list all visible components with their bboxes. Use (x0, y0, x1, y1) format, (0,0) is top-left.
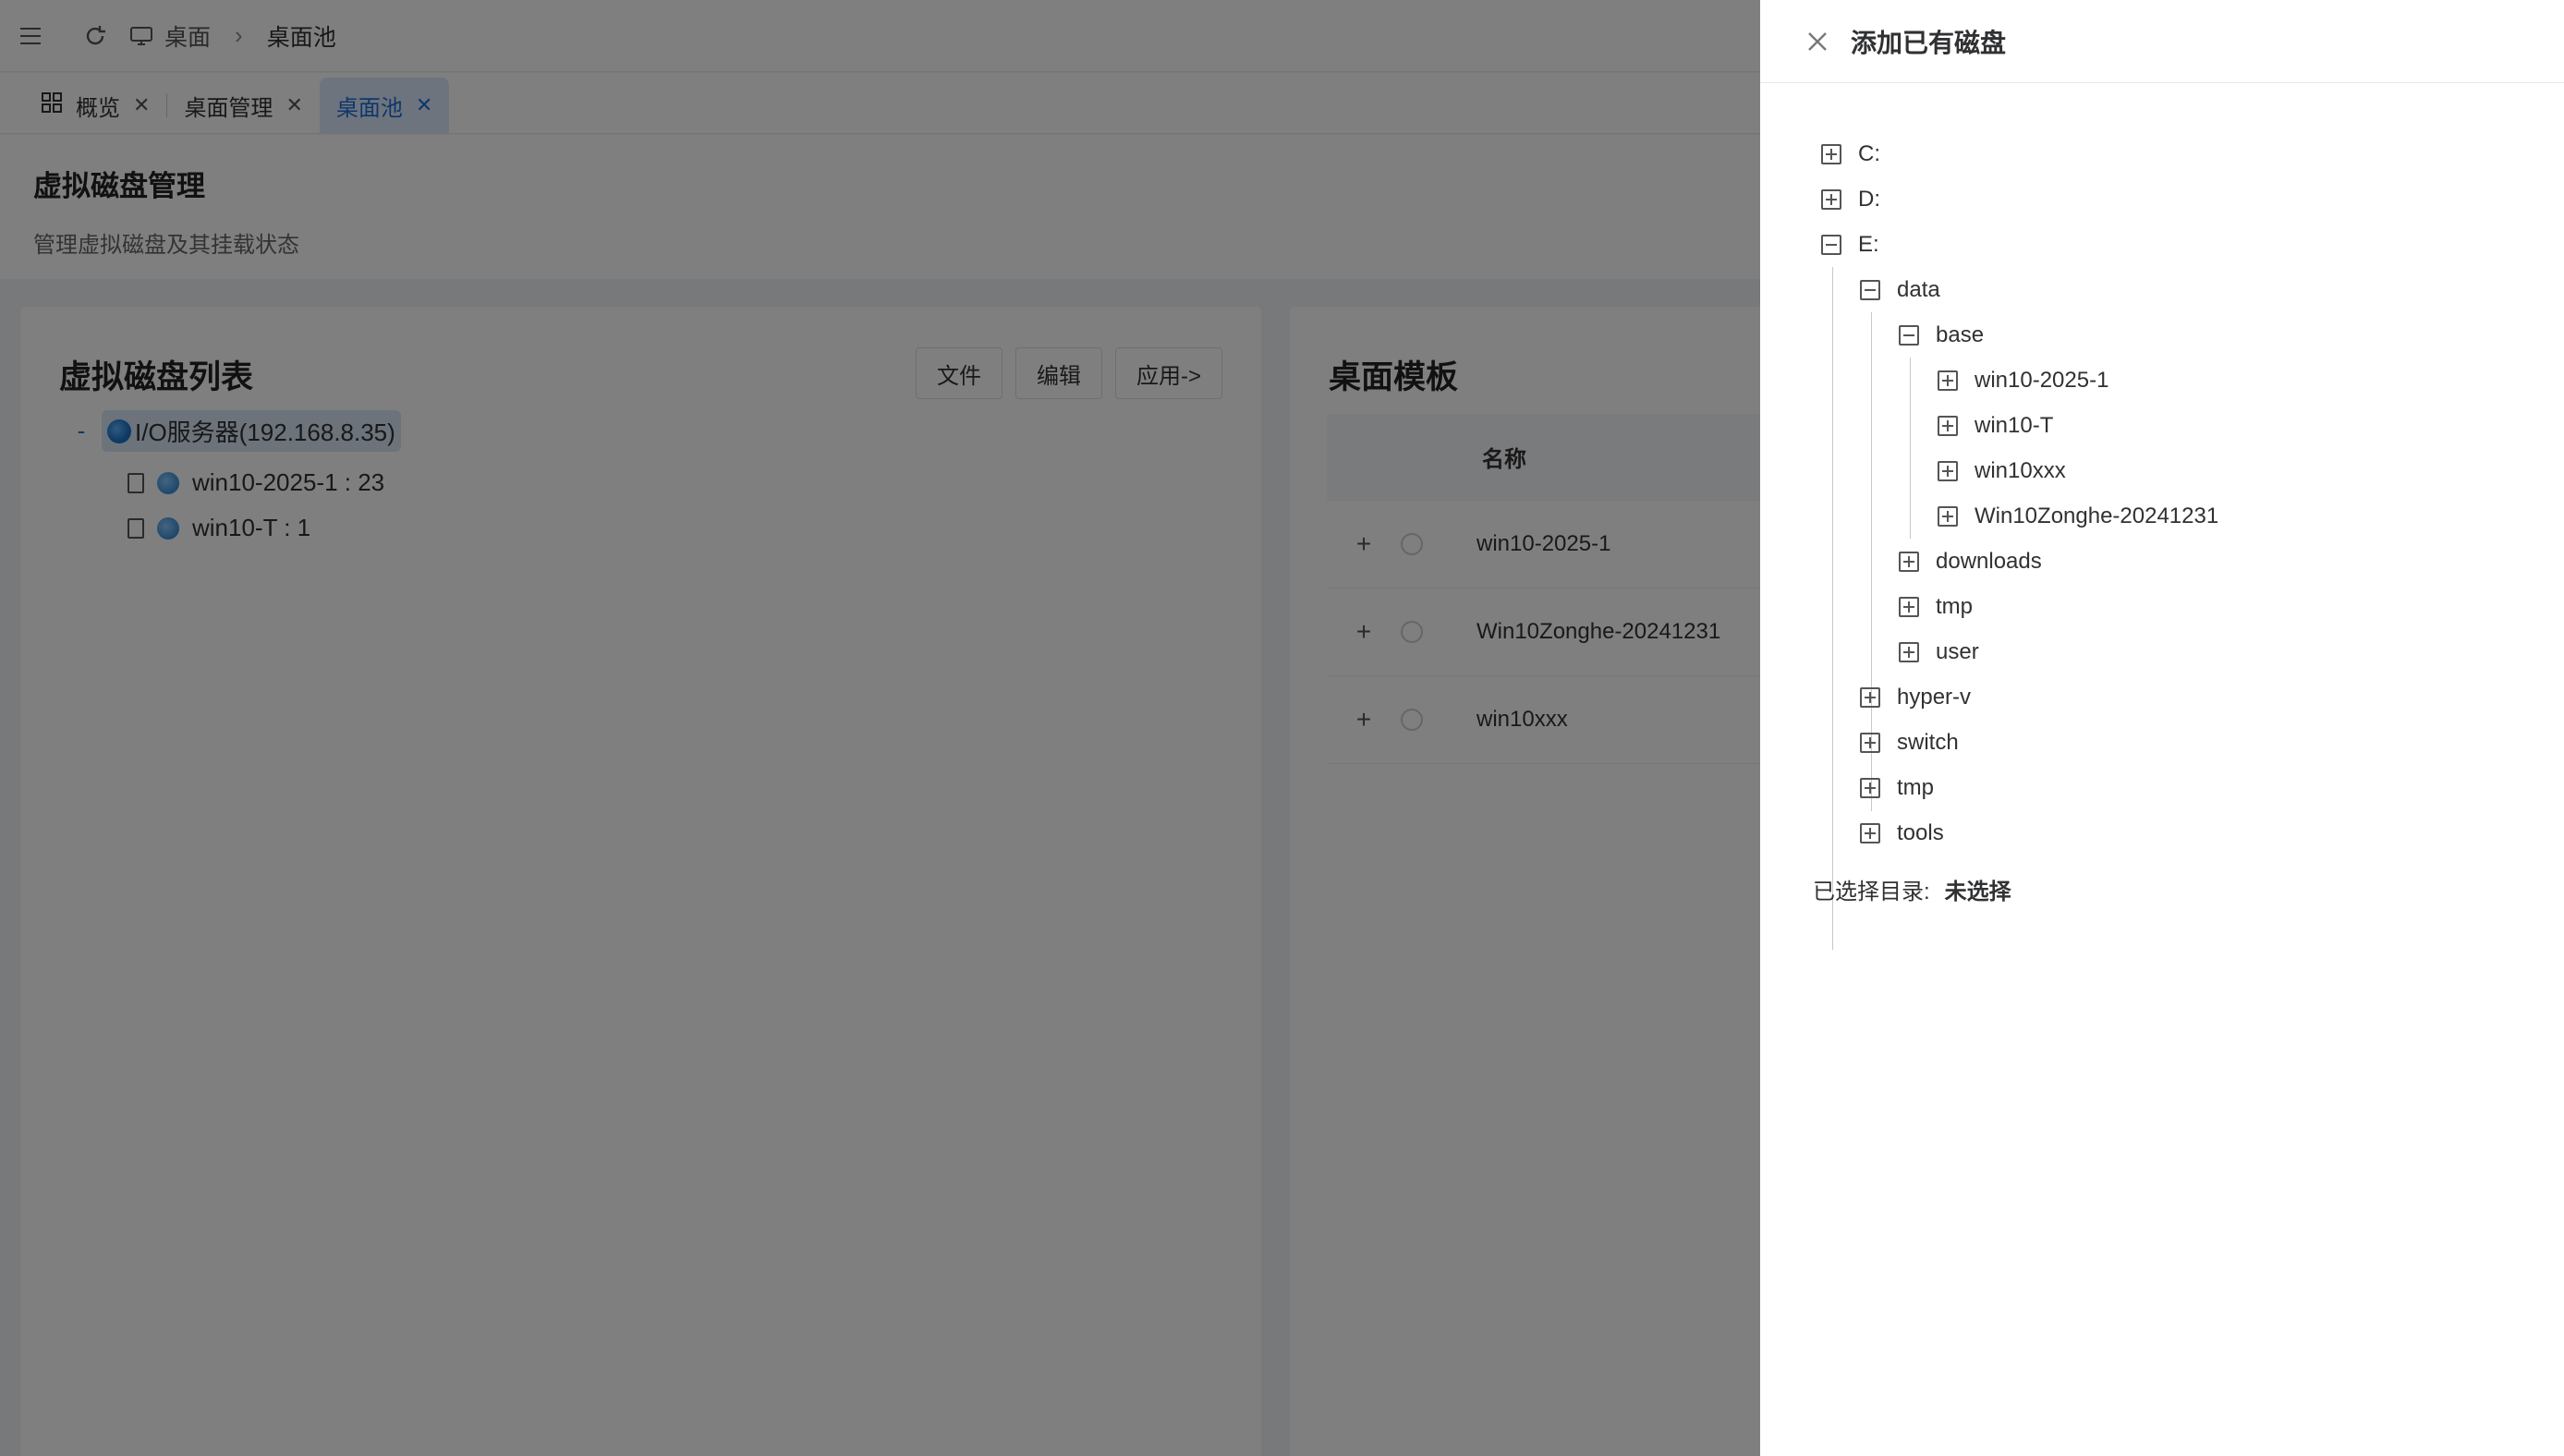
tree-node[interactable]: user (1899, 629, 1979, 674)
expand-icon[interactable] (1821, 143, 1841, 164)
tree-node[interactable]: win10-T (1938, 403, 2053, 448)
tree-node-label: hyper-v (1897, 684, 1972, 710)
tree-node[interactable]: E: (1821, 222, 1879, 267)
expand-icon[interactable] (1860, 732, 1880, 753)
tree-node[interactable]: win10-2025-1 (1938, 358, 2108, 403)
selected-directory-value: 未选择 (1944, 880, 2011, 904)
expand-icon[interactable] (1938, 415, 1958, 436)
tree-node[interactable]: Win10Zonghe-20241231 (1938, 493, 2218, 539)
tree-node-label: downloads (1936, 548, 2042, 574)
expand-icon[interactable] (1938, 370, 1958, 391)
tree-node[interactable]: downloads (1899, 539, 2042, 584)
tree-node-label: switch (1897, 729, 1959, 755)
tree-node[interactable]: tmp (1899, 584, 1973, 629)
tree-node-label: user (1936, 638, 1979, 664)
tree-node[interactable]: C: (1821, 131, 1880, 176)
expand-icon[interactable] (1860, 686, 1880, 708)
tree-guide-line (1832, 267, 1833, 950)
drawer-header: 添加已有磁盘 (1760, 0, 2564, 83)
tree-node-label: tools (1897, 819, 1944, 845)
collapse-icon[interactable] (1821, 234, 1841, 255)
tree-node-label: Win10Zonghe-20241231 (1975, 503, 2219, 528)
tree-node[interactable]: win10xxx (1938, 448, 2066, 493)
tree-node-label: D: (1858, 186, 1880, 212)
expand-icon[interactable] (1899, 596, 1919, 617)
drawer-title: 添加已有磁盘 (1851, 28, 2007, 57)
tree-node[interactable]: tools (1860, 810, 1944, 855)
tree-guide-line (1910, 358, 1911, 539)
expand-icon[interactable] (1899, 641, 1919, 662)
tree-node-label: E: (1858, 231, 1879, 257)
tree-node-label: win10-T (1975, 412, 2054, 438)
expand-icon[interactable] (1860, 822, 1880, 843)
tree-node[interactable]: base (1899, 312, 1984, 358)
add-disk-drawer: 添加已有磁盘 C: D: E: data base win10-2025-1 w… (1760, 0, 2564, 1456)
expand-icon[interactable] (1899, 551, 1919, 572)
expand-icon[interactable] (1938, 460, 1958, 481)
expand-icon[interactable] (1938, 505, 1958, 527)
expand-icon[interactable] (1860, 777, 1880, 798)
tree-node-label: data (1897, 276, 1940, 302)
tree-node[interactable]: hyper-v (1860, 674, 1971, 720)
collapse-icon[interactable] (1899, 324, 1919, 346)
tree-node-label: win10xxx (1975, 457, 2066, 483)
selected-directory: 已选择目录: 未选择 (1813, 873, 2011, 905)
selected-directory-label: 已选择目录: (1813, 880, 1930, 904)
tree-node[interactable]: switch (1860, 720, 1959, 765)
expand-icon[interactable] (1821, 188, 1841, 210)
tree-node-label: win10-2025-1 (1975, 367, 2109, 393)
tree-node-label: tmp (1897, 774, 1935, 800)
tree-node-label: base (1936, 322, 1985, 347)
tree-node-label: tmp (1936, 593, 1974, 619)
collapse-icon[interactable] (1860, 279, 1880, 300)
tree-node[interactable]: tmp (1860, 765, 1934, 810)
tree-node[interactable]: data (1860, 267, 1940, 312)
tree-node[interactable]: D: (1821, 176, 1880, 222)
close-icon[interactable] (1799, 23, 1836, 60)
tree-node-label: C: (1858, 140, 1880, 166)
